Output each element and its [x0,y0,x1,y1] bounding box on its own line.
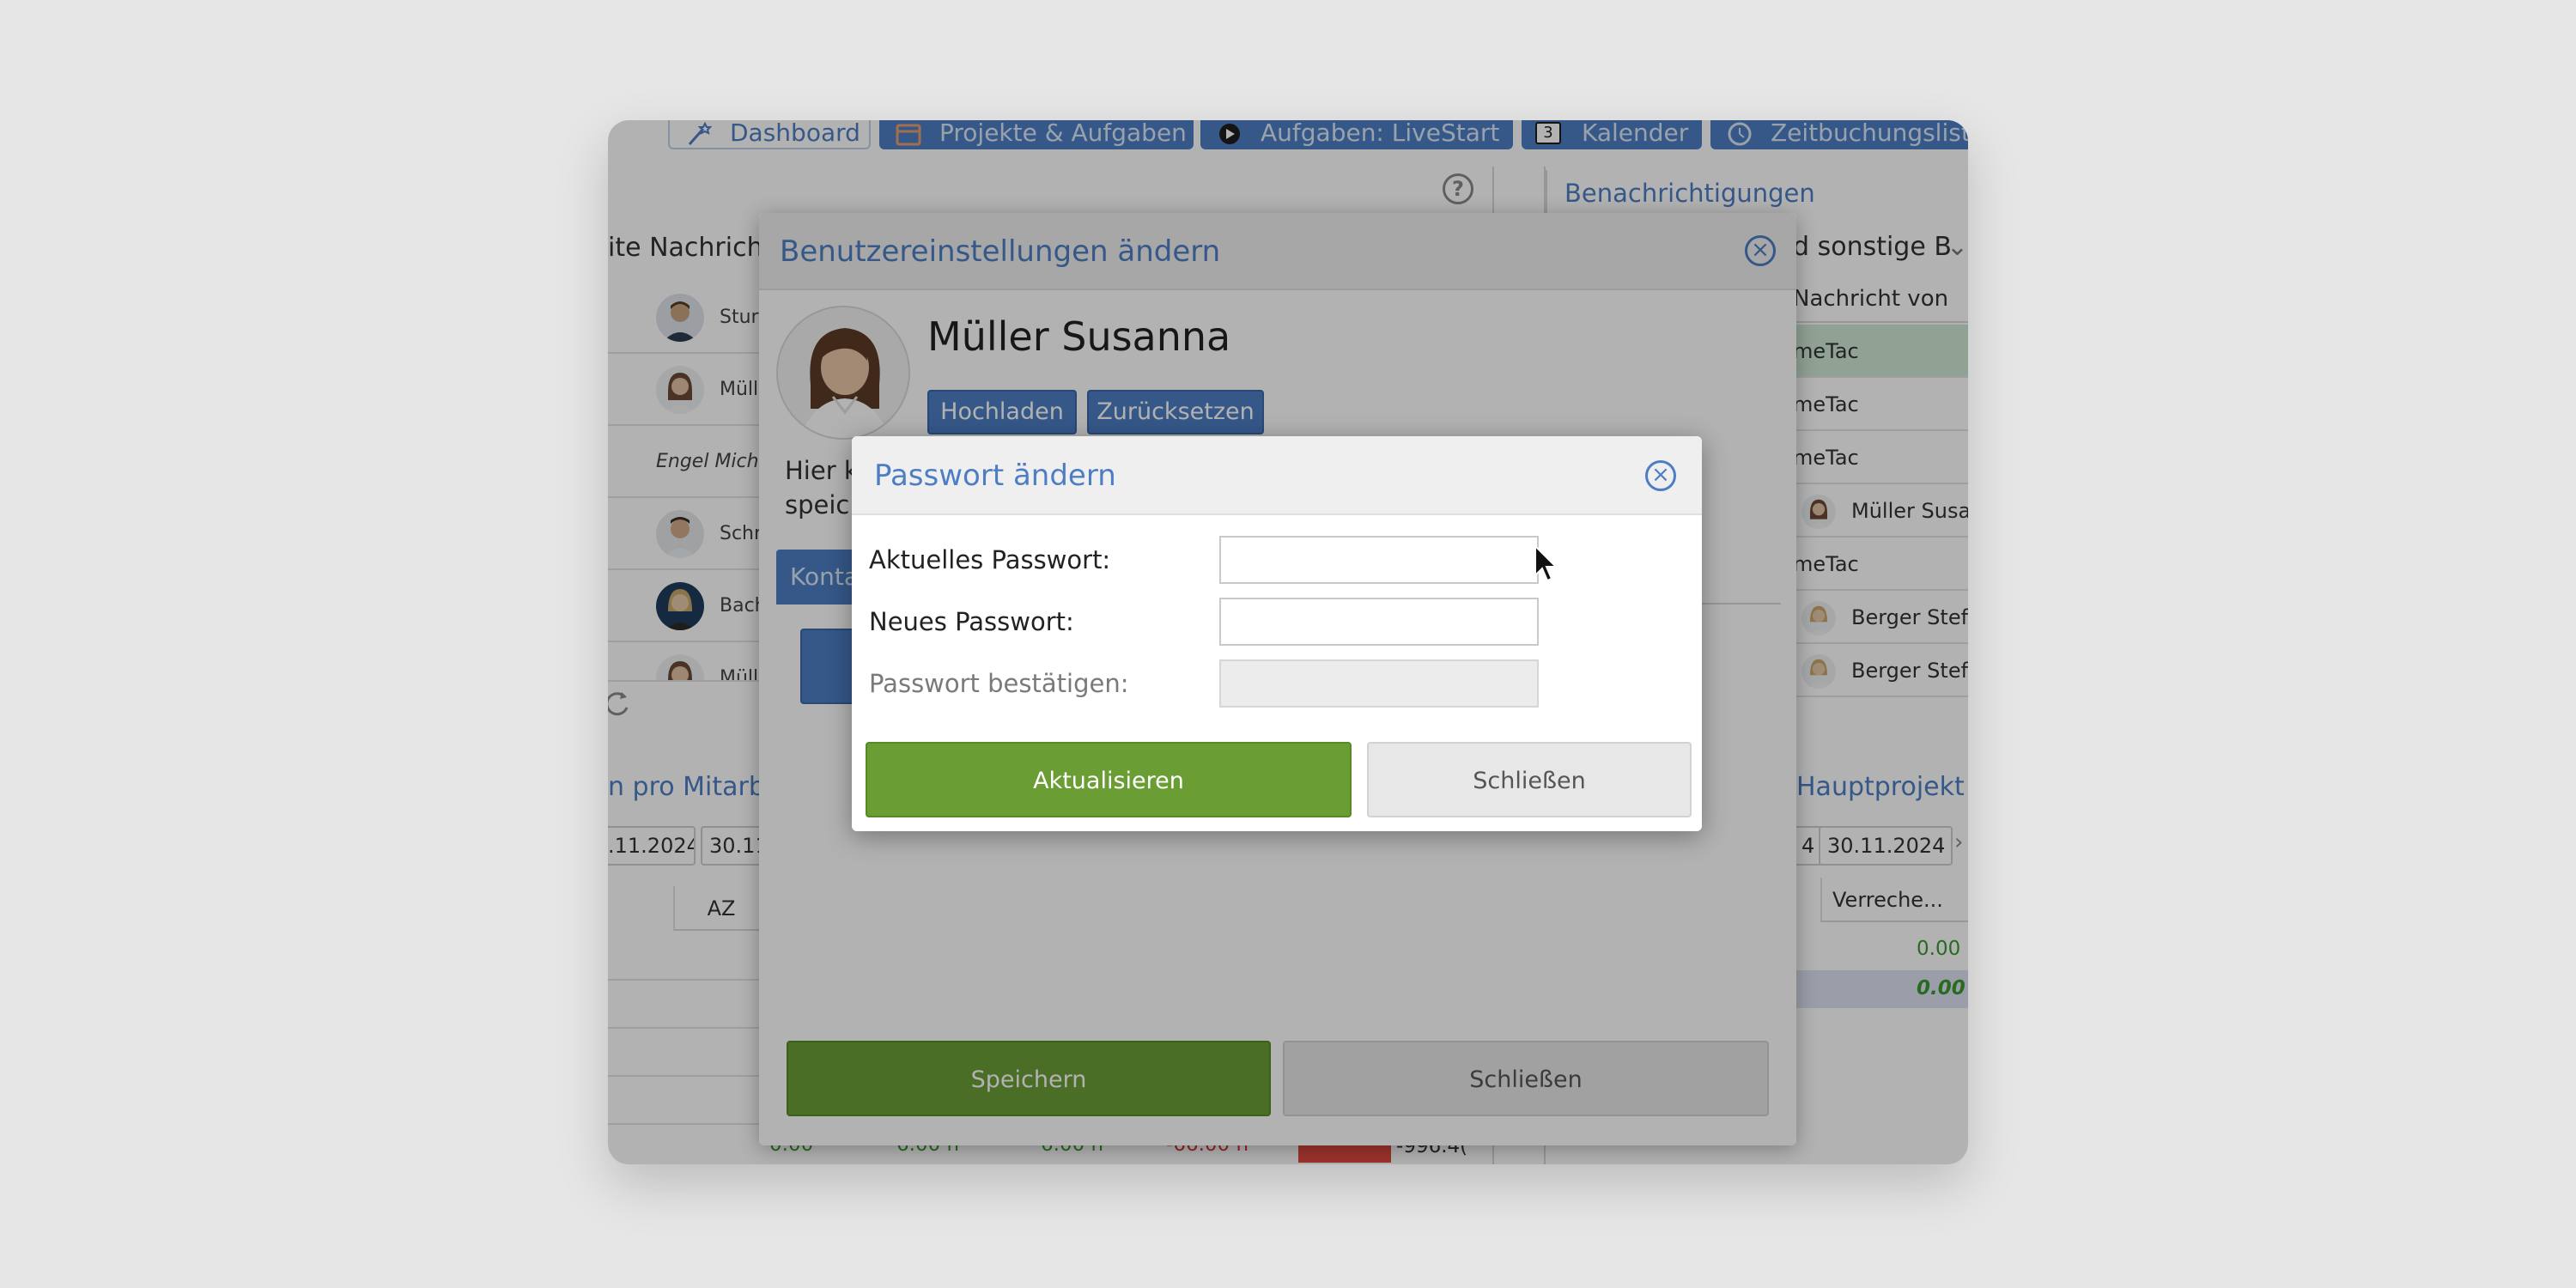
app-window: Dashboard Projekte & Aufgaben Aufgaben: … [608,120,1968,1164]
close-icon[interactable]: × [1645,460,1676,491]
dialog-header: Passwort ändern × [852,436,1702,515]
current-password-label: Aktuelles Passwort: [869,545,1111,574]
mouse-cursor-icon [1534,544,1559,584]
update-button[interactable]: Aktualisieren [866,742,1352,817]
new-password-input[interactable] [1219,598,1539,646]
change-password-dialog: Passwort ändern × Aktuelles Passwort: Ne… [852,436,1702,831]
confirm-password-label: Passwort bestätigen: [869,669,1129,698]
current-password-input[interactable] [1219,536,1539,584]
dialog-title: Passwort ändern [874,459,1116,493]
confirm-password-input[interactable] [1219,659,1539,708]
close-button[interactable]: Schließen [1367,742,1692,817]
new-password-label: Neues Passwort: [869,607,1074,636]
